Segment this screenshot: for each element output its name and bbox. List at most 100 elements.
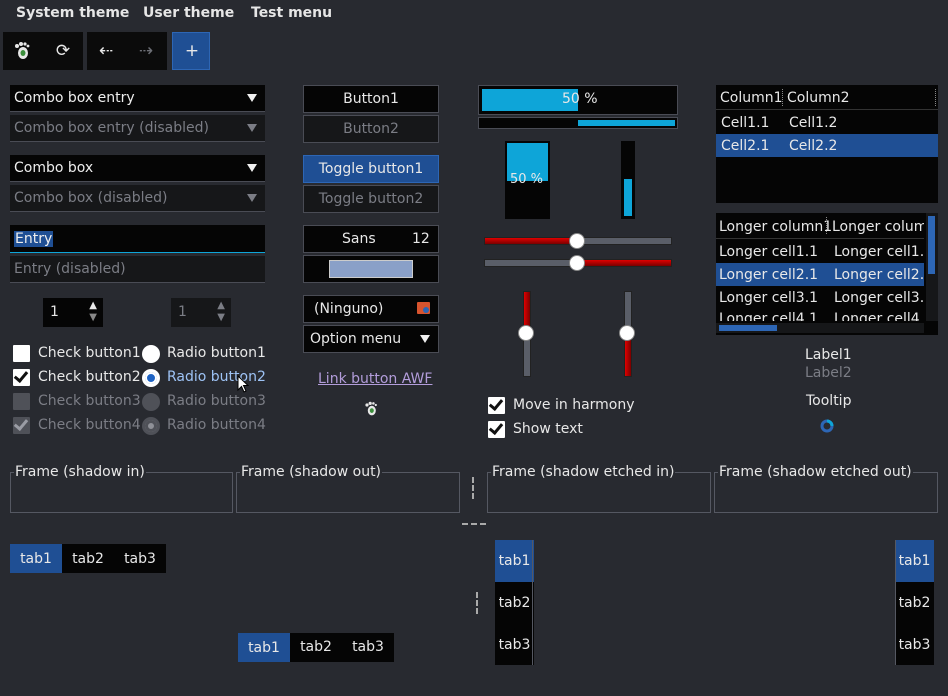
tab-1[interactable]: tab1 xyxy=(238,633,290,662)
combo-box[interactable]: Combo box xyxy=(10,155,265,182)
link-button[interactable]: Link button AWF xyxy=(318,371,432,387)
vertical-scrollbar[interactable] xyxy=(926,213,938,321)
table-cell: Longer cell4.2 xyxy=(834,311,924,321)
frame-shadow-etched-out: Frame (shadow etched out) xyxy=(714,464,938,513)
move-in-harmony-check[interactable] xyxy=(488,397,505,414)
option-menu[interactable]: Option menu xyxy=(303,325,439,353)
tab-1[interactable]: tab1 xyxy=(10,544,62,573)
table-row[interactable]: Cell2.1 Cell2.2 xyxy=(716,134,938,157)
menu-user-theme[interactable]: User theme xyxy=(143,5,234,21)
tab-3[interactable]: tab3 xyxy=(114,545,166,573)
check-button-2-label[interactable]: Check button2 xyxy=(38,369,141,385)
notebook-bottom: tab1 tab2 tab3 xyxy=(238,633,394,662)
file-chooser-button[interactable]: (Ninguno) xyxy=(303,295,439,323)
spinner-icon xyxy=(820,419,834,433)
tab-2[interactable]: tab2 xyxy=(495,582,534,624)
menu-test-menu[interactable]: Test menu xyxy=(251,5,332,21)
back-button[interactable]: ⇠ xyxy=(87,32,125,70)
entry-field[interactable]: Entry xyxy=(10,225,265,253)
entry-disabled-text: Entry (disabled) xyxy=(14,261,126,277)
tab-2[interactable]: tab2 xyxy=(290,633,342,661)
table-cell: Longer cell1.2 xyxy=(834,243,924,260)
vertical-separator-handle[interactable] xyxy=(472,477,474,499)
chevron-down-icon xyxy=(247,164,257,172)
check-button-2-box[interactable] xyxy=(13,369,30,386)
radio-button-2-circle[interactable] xyxy=(142,369,160,387)
slider-handle[interactable] xyxy=(569,255,585,271)
slider-handle[interactable] xyxy=(569,233,585,249)
slider-fill xyxy=(579,260,671,266)
tab-3[interactable]: tab3 xyxy=(495,624,534,665)
chevron-down-icon xyxy=(247,194,257,202)
table-row[interactable]: Longer cell1.1 Longer cell1.2 xyxy=(716,240,924,263)
button-1[interactable]: Button1 xyxy=(303,85,439,113)
back-arrow-icon: ⇠ xyxy=(98,41,114,61)
combo-entry[interactable]: Combo box entry xyxy=(10,85,265,112)
tab-2[interactable]: tab2 xyxy=(895,582,934,624)
table-row[interactable]: Longer cell3.1 Longer cell3.2 xyxy=(716,286,924,309)
column-header[interactable]: Longer column2 xyxy=(832,219,924,235)
plus-icon: + xyxy=(184,41,200,61)
check-button-1-label[interactable]: Check button1 xyxy=(38,345,141,361)
table-row[interactable]: Cell1.1 Cell1.2 xyxy=(716,111,938,134)
progress-fill xyxy=(624,179,632,216)
move-in-harmony-label[interactable]: Move in harmony xyxy=(513,397,635,413)
show-text-label[interactable]: Show text xyxy=(513,421,583,437)
horizontal-progress-bar: 50 % xyxy=(478,85,678,115)
slider-handle[interactable] xyxy=(518,325,534,341)
column-header[interactable]: Column2 xyxy=(787,90,850,106)
frame-label: Frame (shadow etched in) xyxy=(491,464,676,480)
menu-system-theme[interactable]: System theme xyxy=(16,5,129,21)
frame-shadow-out: Frame (shadow out) xyxy=(236,464,460,513)
horizontal-scrollbar[interactable] xyxy=(716,323,924,333)
tree-view-2[interactable]: Longer column1 Longer column2 Longer cel… xyxy=(716,213,938,335)
tree-view-1[interactable]: Column1 Column2 Cell1.1 Cell1.2 Cell2.1 … xyxy=(716,85,938,203)
radio-button-2-label[interactable]: Radio button2 xyxy=(167,369,266,385)
tooltip-label: Tooltip xyxy=(806,393,852,409)
font-button[interactable]: Sans 12 xyxy=(303,225,439,253)
spin-button-1[interactable]: 1 ▲ ▼ xyxy=(43,298,103,327)
toolbar-group-2: ⇠ ⇢ xyxy=(87,32,167,70)
table-cell: Cell1.2 xyxy=(789,114,838,131)
tab-3[interactable]: tab3 xyxy=(342,633,394,661)
tab-2[interactable]: tab2 xyxy=(62,545,114,573)
forward-button[interactable]: ⇢ xyxy=(127,32,165,70)
column-divider xyxy=(782,89,783,106)
table-row[interactable]: Longer cell4.1 Longer cell4.2 xyxy=(716,309,924,321)
vertical-separator-handle[interactable] xyxy=(476,592,478,614)
vertical-progress-bar-2 xyxy=(621,141,635,219)
frame-shadow-etched-in: Frame (shadow etched in) xyxy=(487,464,711,513)
horizontal-separator-handle[interactable] xyxy=(462,523,486,525)
check-button-1-box[interactable] xyxy=(13,345,30,362)
frame-label: Frame (shadow in) xyxy=(14,464,146,480)
table-cell: Cell2.1 xyxy=(721,137,770,154)
column-header[interactable]: Longer column1 xyxy=(719,219,832,235)
show-text-check[interactable] xyxy=(488,421,505,438)
table-row[interactable]: Longer cell2.1 Longer cell2.2 xyxy=(716,263,924,286)
tab-3[interactable]: tab3 xyxy=(895,624,934,665)
radio-button-1-label[interactable]: Radio button1 xyxy=(167,345,266,361)
gnome-foot-button[interactable] xyxy=(3,32,41,70)
radio-button-4-circle xyxy=(142,417,160,435)
slider-handle[interactable] xyxy=(619,325,635,341)
spin-down-icon[interactable]: ▼ xyxy=(89,312,97,323)
column-divider xyxy=(935,89,936,106)
toggle-button-1[interactable]: Toggle button1 xyxy=(303,155,439,183)
combo-entry-text: Combo box entry xyxy=(14,90,135,106)
color-button[interactable] xyxy=(303,255,439,283)
add-button[interactable]: + xyxy=(173,32,211,70)
scrollbar-thumb[interactable] xyxy=(719,325,777,331)
notebook-top: tab1 tab2 tab3 xyxy=(10,544,166,573)
column-header[interactable]: Column1 xyxy=(720,90,783,106)
radio-button-1-circle[interactable] xyxy=(142,345,160,363)
tab-1[interactable]: tab1 xyxy=(895,540,934,582)
spin-up-icon[interactable]: ▲ xyxy=(89,300,97,311)
tab-1[interactable]: tab1 xyxy=(495,540,534,582)
toolbar-group-1: ⟳ xyxy=(3,32,83,70)
refresh-button[interactable]: ⟳ xyxy=(44,32,82,70)
radio-button-3-circle xyxy=(142,393,160,411)
check-button-4-box xyxy=(13,417,30,434)
scrollbar-thumb[interactable] xyxy=(928,216,935,274)
entry-text: Entry xyxy=(14,230,54,247)
vertical-progress-bar: 50 % xyxy=(505,141,550,219)
